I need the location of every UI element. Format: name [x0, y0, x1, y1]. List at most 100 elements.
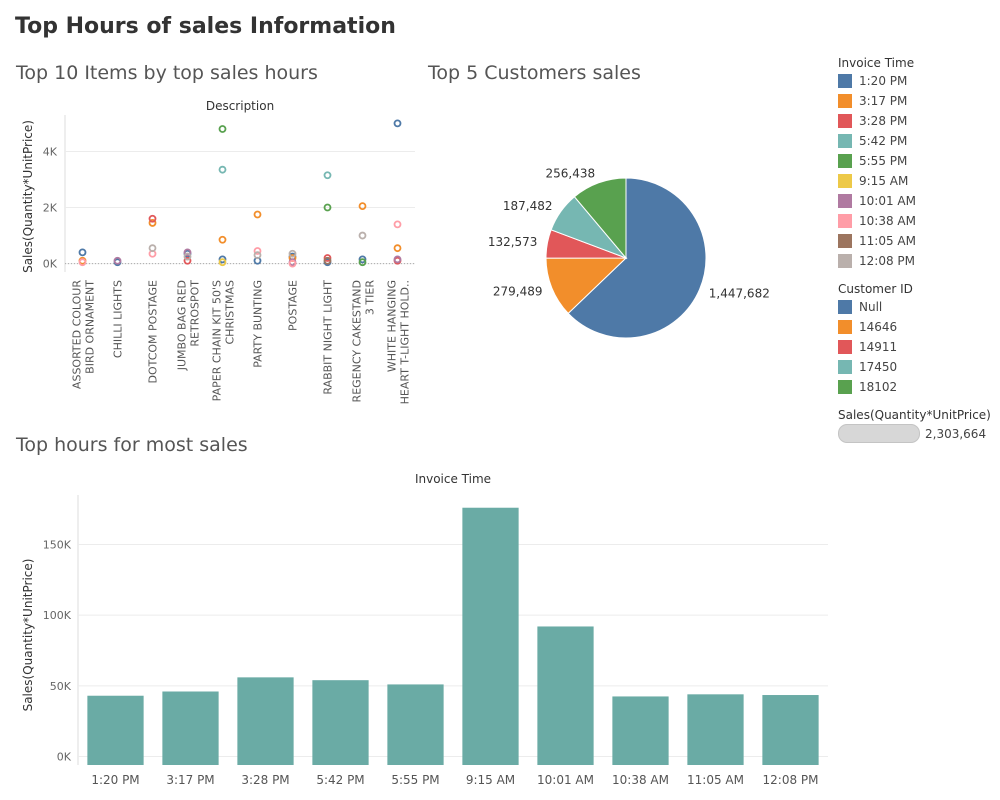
legend-invoice-time-swatch [838, 94, 852, 108]
scatter-point[interactable] [253, 210, 262, 219]
pie-data-label: 132,573 [488, 235, 538, 249]
legend-invoice-time-item[interactable]: 5:42 PM [838, 131, 916, 151]
bar-y-axis-title: Sales(Quantity*UnitPrice) [21, 559, 35, 712]
scatter-point[interactable] [218, 235, 227, 244]
scatter-point[interactable] [148, 244, 157, 253]
bar-x-tick-label: 5:42 PM [316, 773, 364, 787]
legend-invoice-time-label: 12:08 PM [859, 254, 915, 268]
scatter-x-tick-label: DOTCOM POSTAGE [147, 280, 160, 384]
bar-chart[interactable]: Invoice Time Sales(Quantity*UnitPrice) 0K 5… [0, 465, 840, 800]
scatter-point[interactable] [78, 248, 87, 257]
legend-invoice-time-swatch [838, 254, 852, 268]
legend-invoice-time-item[interactable]: 10:01 AM [838, 191, 916, 211]
bar-y-tick-label: 150K [43, 538, 72, 551]
legend-customer-id-label: 14911 [859, 340, 898, 354]
pie-data-label: 187,482 [503, 199, 553, 213]
scatter-x-tick-label: RABBIT NIGHT LIGHT [322, 280, 335, 395]
legend-customer-id-swatch [838, 340, 852, 354]
legend-customer-id-item[interactable]: 17450 [838, 357, 913, 377]
scatter-point[interactable] [218, 165, 227, 174]
dashboard-title: Top Hours of sales Information [15, 14, 396, 39]
scatter-point[interactable] [393, 220, 402, 229]
scatter-y-tick-label: 2K [43, 202, 58, 215]
bar-3-17-pm[interactable] [162, 691, 219, 765]
legend-customer-id-label: 17450 [859, 360, 898, 374]
legend-customer-id-title: Customer ID [838, 282, 913, 296]
scatter-x-tick-label: REGENCY CAKESTAND3 TIER [351, 280, 377, 403]
legend-invoice-time-label: 10:38 AM [859, 214, 916, 228]
legend-customer-id-swatch [838, 320, 852, 334]
legend-invoice-time-label: 9:15 AM [859, 174, 909, 188]
legend-invoice-time-swatch [838, 214, 852, 228]
bar-x-tick-label: 10:38 AM [612, 773, 669, 787]
pie-data-label: 1,447,682 [709, 286, 770, 300]
legend-customer-id-item[interactable]: 18102 [838, 377, 913, 397]
legend-size: 2,303,664 [838, 424, 986, 443]
scatter-x-tick-label: CHILLI LIGHTS [112, 280, 125, 358]
scatter-point[interactable] [218, 125, 227, 133]
scatter-x-axis-title: Description [206, 99, 274, 113]
legend-customer-id-swatch [838, 360, 852, 374]
scatter-x-tick-label: PARTY BUNTING [252, 280, 265, 368]
bar-x-tick-label: 3:28 PM [241, 773, 289, 787]
bar-x-tick-label: 1:20 PM [91, 773, 139, 787]
legend-invoice-time-item[interactable]: 10:38 AM [838, 211, 916, 231]
bar-y-tick-label: 0K [57, 751, 72, 764]
scatter-point[interactable] [393, 119, 402, 128]
bar-10-01-am[interactable] [537, 626, 594, 765]
scatter-point[interactable] [358, 202, 367, 211]
bar-x-tick-label: 11:05 AM [687, 773, 744, 787]
legend-invoice-time-swatch [838, 154, 852, 168]
scatter-chart[interactable]: Description Sales(Quantity*UnitPrice) 0K 2K… [0, 90, 425, 420]
bar-5-55-pm[interactable] [387, 684, 444, 765]
scatter-y-tick-label: 0K [43, 258, 58, 271]
legend-invoice-time-item[interactable]: 5:55 PM [838, 151, 916, 171]
legend-invoice-time: Invoice Time 1:20 PM 3:17 PM 3:28 PM 5:42 P… [838, 56, 916, 271]
scatter-point[interactable] [393, 255, 402, 264]
scatter-x-tick-label: PAPER CHAIN KIT 50'SCHRISTMAS [211, 280, 237, 401]
bar-12-08-pm[interactable] [762, 695, 819, 765]
bar-9-15-am[interactable] [462, 507, 519, 765]
legend-invoice-time-swatch [838, 234, 852, 248]
pie-chart[interactable]: 1,447,682 279,489 132,573 187,482 256,438 [480, 150, 800, 370]
bar-x-tick-label: 3:17 PM [166, 773, 214, 787]
scatter-point[interactable] [393, 244, 402, 253]
legend-customer-id-label: Null [859, 300, 883, 314]
bar-1-20-pm[interactable] [87, 695, 144, 765]
pie-data-label: 256,438 [546, 166, 596, 180]
size-legend-value: 2,303,664 [925, 426, 987, 441]
legend-invoice-time-item[interactable]: 12:08 PM [838, 251, 916, 271]
legend-invoice-time-label: 5:42 PM [859, 134, 908, 148]
bar-11-05-am[interactable] [687, 694, 744, 765]
scatter-y-tick-label: 4K [43, 145, 58, 158]
legend-invoice-time-swatch [838, 74, 852, 88]
legend-invoice-time-label: 1:20 PM [859, 74, 908, 88]
legend-customer-id-item[interactable]: 14911 [838, 337, 913, 357]
legend-invoice-time-item[interactable]: 9:15 AM [838, 171, 916, 191]
legend-customer-id-item[interactable]: 14646 [838, 317, 913, 337]
legend-invoice-time-label: 5:55 PM [859, 154, 908, 168]
scatter-x-tick-label: ASSORTED COLOURBIRD ORNAMENT [71, 280, 97, 389]
bar-10-38-am[interactable] [612, 696, 669, 765]
scatter-point[interactable] [358, 231, 367, 240]
legend-customer-id: Customer ID Null 14646 14911 17450 18102 [838, 282, 913, 397]
legend-invoice-time-label: 3:17 PM [859, 94, 908, 108]
scatter-point[interactable] [148, 214, 157, 223]
legend-invoice-time-label: 10:01 AM [859, 194, 916, 208]
legend-invoice-time-swatch [838, 174, 852, 188]
bar-x-tick-label: 5:55 PM [391, 773, 439, 787]
legend-customer-id-item[interactable]: Null [838, 297, 913, 317]
legend-invoice-time-item[interactable]: 1:20 PM [838, 71, 916, 91]
scatter-point[interactable] [323, 171, 332, 180]
legend-invoice-time-item[interactable]: 11:05 AM [838, 231, 916, 251]
bar-5-42-pm[interactable] [312, 680, 369, 765]
pie-data-label: 279,489 [493, 285, 543, 299]
legend-customer-id-swatch [838, 380, 852, 394]
pie-title: Top 5 Customers sales [428, 62, 641, 84]
legend-customer-id-label: 18102 [859, 380, 898, 394]
bar-3-28-pm[interactable] [237, 677, 294, 765]
bar-x-axis-title: Invoice Time [415, 472, 491, 486]
legend-invoice-time-item[interactable]: 3:17 PM [838, 91, 916, 111]
bar-x-tick-label: 10:01 AM [537, 773, 594, 787]
legend-invoice-time-item[interactable]: 3:28 PM [838, 111, 916, 131]
